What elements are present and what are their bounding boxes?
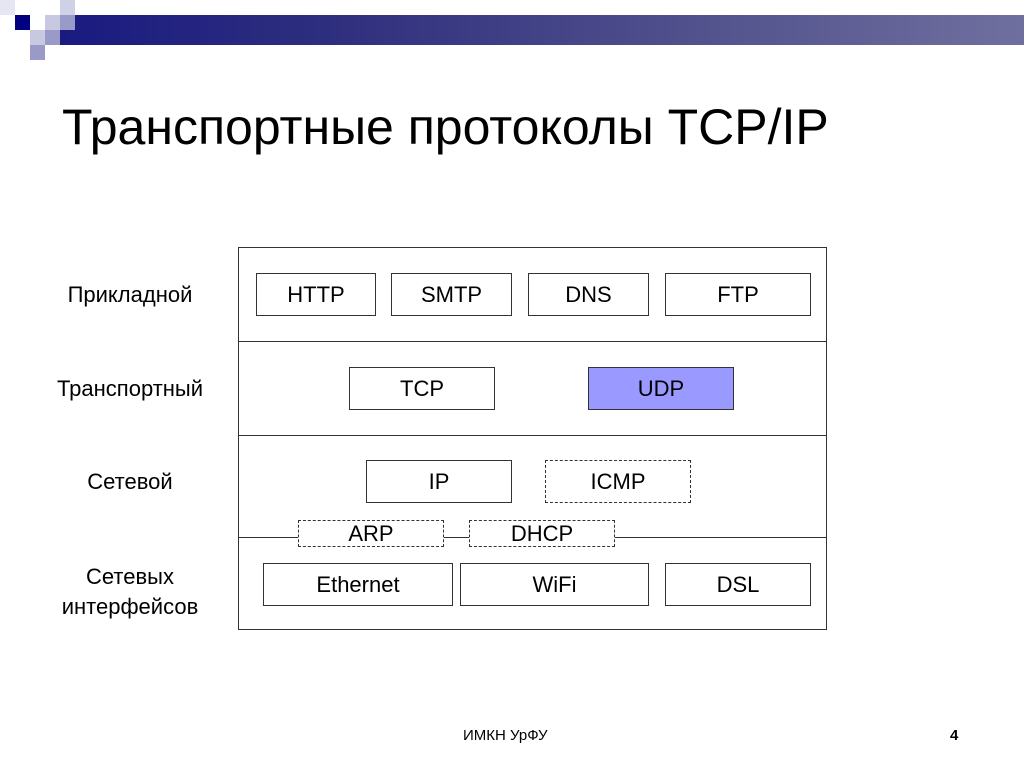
protocol-box-ethernet: Ethernet [263,563,453,606]
layer-label-transport: Транспортный [56,376,204,401]
protocol-box-icmp: ICMP [545,460,691,503]
deco-square [45,15,60,30]
protocol-box-dhcp: DHCP [469,520,615,547]
layer-label-link: Сетевых интерфейсов [40,562,220,622]
layer-label-network: Сетевой [87,469,173,494]
protocol-box-udp: UDP [588,367,734,410]
slide-title: Транспортные протоколы TCP/IP [62,99,829,155]
protocol-box-wifi: WiFi [460,563,649,606]
deco-square [15,15,30,30]
protocol-box-http: HTTP [256,273,376,316]
protocol-box-ip: IP [366,460,512,503]
deco-square [30,45,45,60]
protocol-box-ftp: FTP [665,273,811,316]
protocol-box-dsl: DSL [665,563,811,606]
protocol-box-tcp: TCP [349,367,495,410]
protocol-box-smtp: SMTP [391,273,512,316]
deco-square [45,30,60,45]
layer-divider [238,341,827,342]
deco-square [60,15,75,30]
deco-square [60,0,75,15]
protocol-box-dns: DNS [528,273,649,316]
page-number: 4 [950,727,959,744]
footer-text: ИМКН УрФУ [463,727,548,744]
deco-square [30,30,45,45]
header-bar [60,15,1024,45]
protocol-box-arp: ARP [298,520,444,547]
layer-label-application: Прикладной [67,282,193,307]
deco-square [0,0,15,15]
layer-label-link-line1: Сетевых [86,564,174,589]
layer-label-link-line2: интерфейсов [61,594,199,619]
layer-divider [238,435,827,436]
